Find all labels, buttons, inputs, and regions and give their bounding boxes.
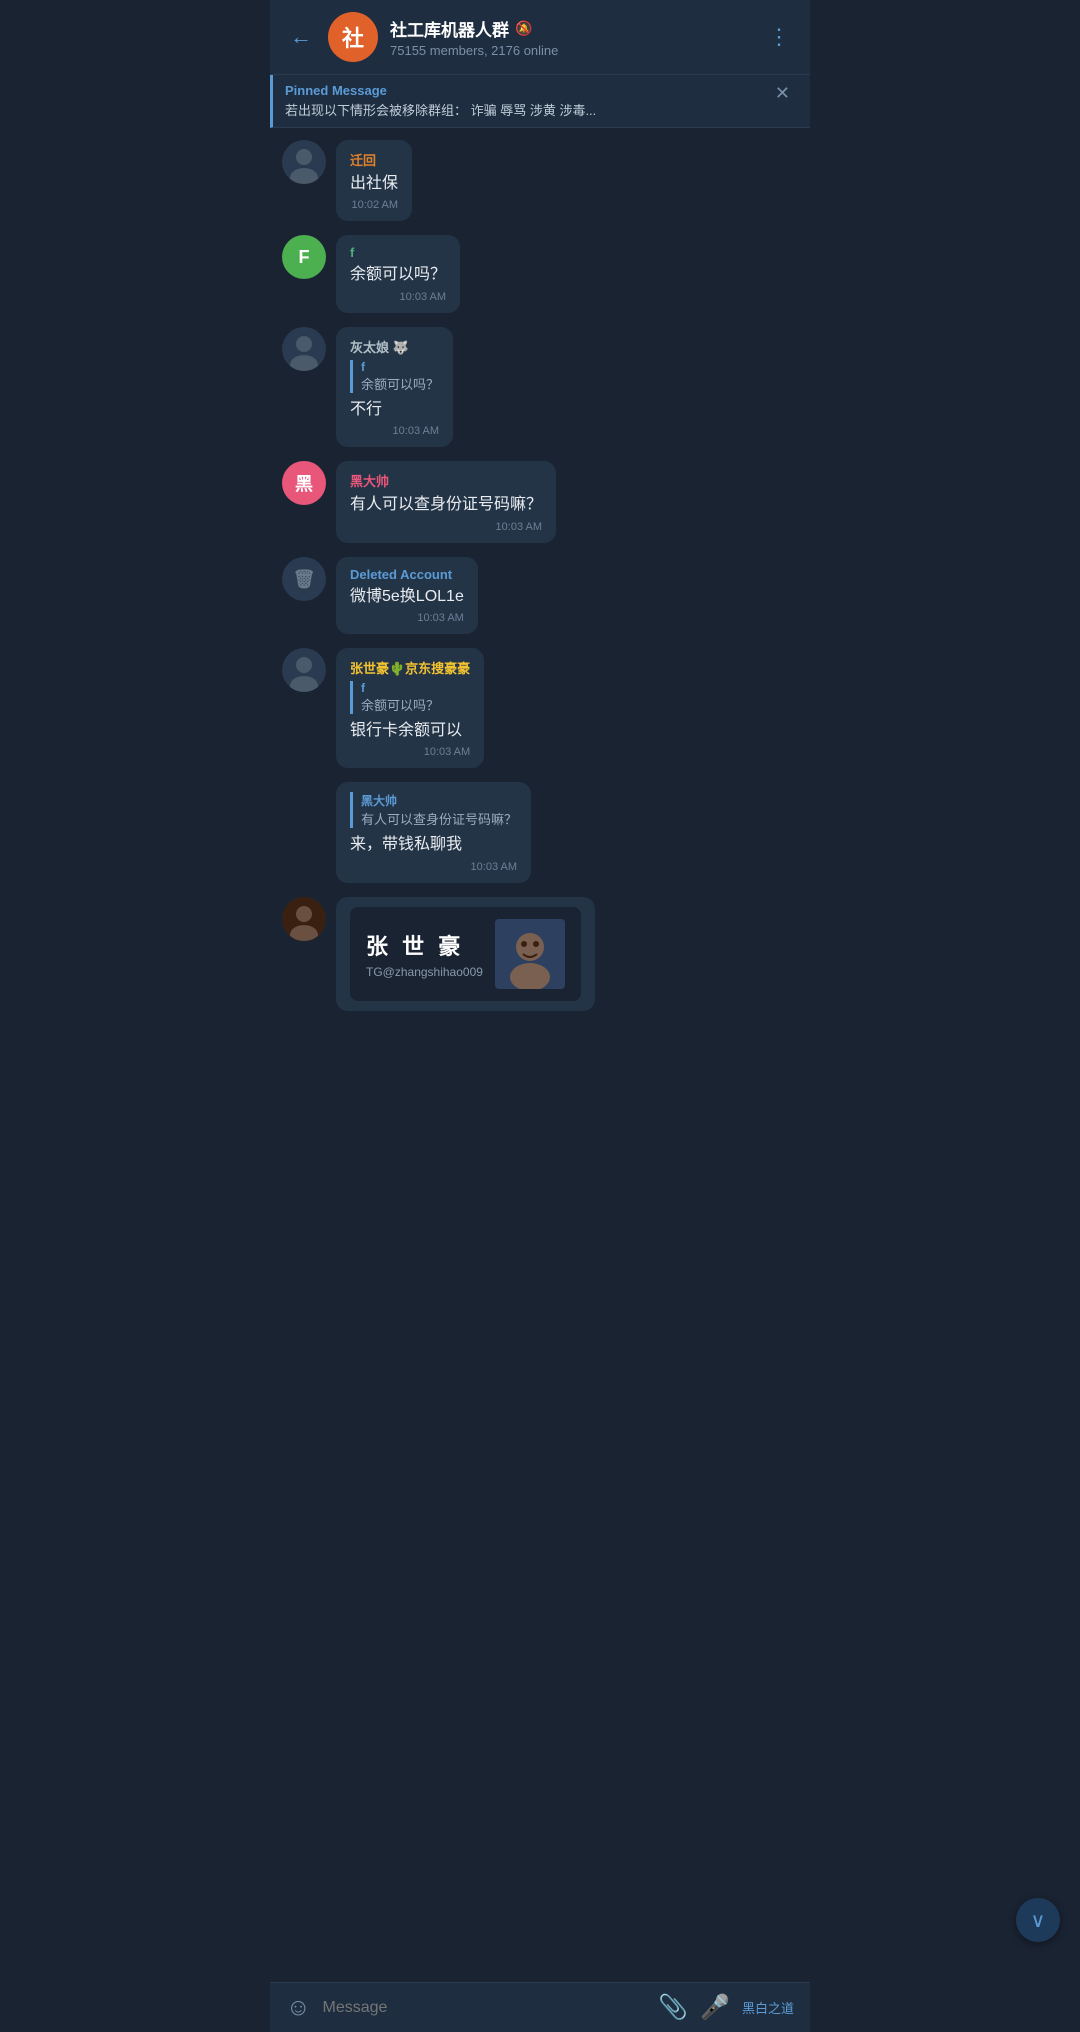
sticker-face-image [495,919,565,989]
message-text: 余额可以吗？ [350,264,446,286]
message-time: 10:03 AM [350,612,464,624]
scroll-to-bottom-button[interactable]: ∨ [1016,1898,1060,1942]
sticker-inner: 张 世 豪 TG@zhangshihao009 [350,907,581,1001]
quote-name: f [361,360,439,374]
avatar [282,140,326,184]
quote-name: f [361,681,470,695]
message-text: 有人可以查身份证号码嘛？ [350,494,542,516]
sender-name: f [350,245,446,260]
quote-block: 黑大帅 有人可以查身份证号码嘛？ [350,792,517,828]
table-row: 黑 黑大帅 有人可以查身份证号码嘛？ 10:03 AM [282,461,798,542]
table-row: 🗑 Deleted Account 微博5e换LOL1e 10:03 AM [282,557,798,634]
message-time: 10:02 AM [350,199,398,211]
sender-name: 迁回 [350,150,398,169]
bottom-input-bar: ☺ 📎 🎤 黑白之道 [270,1982,810,2032]
table-row: 张 世 豪 TG@zhangshihao009 [282,897,798,1011]
pinned-close-button[interactable]: ✕ [771,83,794,104]
message-text: 出社保 [350,173,398,195]
message-bubble: 张世豪🌵京东搜豪豪 f 余额可以吗？ 银行卡余额可以 10:03 AM [336,648,484,768]
pinned-text: 若出现以下情形会被移除群组： 诈骗 辱骂 涉黄 涉毒... [285,100,596,119]
mute-icon: 🔕 [515,20,532,37]
avatar [282,327,326,371]
message-bubble: f 余额可以吗？ 10:03 AM [336,235,460,312]
attach-button[interactable]: 📎 [658,1993,688,2022]
table-row: F f 余额可以吗？ 10:03 AM [282,235,798,312]
quote-name: 黑大帅 [361,792,517,809]
message-time: 10:03 AM [350,425,439,437]
sender-name: Deleted Account [350,567,464,582]
message-time: 10:03 AM [350,861,517,873]
sender-name: 黑大帅 [350,471,542,490]
sticker-sub: TG@zhangshihao009 [366,965,483,979]
avatar [282,897,326,941]
message-text: 不行 [350,399,439,421]
quote-text: 余额可以吗？ [361,374,439,393]
avatar: 黑 [282,461,326,505]
group-title[interactable]: 社工库机器人群 🔕 [390,16,752,41]
sticker-name: 张 世 豪 [366,929,483,961]
chat-header: ← 社 社工库机器人群 🔕 75155 members, 2176 online… [270,0,810,75]
watermark-label: 黑白之道 [742,1998,794,2017]
message-bubble: Deleted Account 微博5e换LOL1e 10:03 AM [336,557,478,634]
sticker-bubble: 张 世 豪 TG@zhangshihao009 [336,897,595,1011]
message-text: 来，带钱私聊我 [350,834,517,856]
avatar [282,648,326,692]
message-input[interactable] [323,1999,647,2017]
sender-name: 张世豪🌵京东搜豪豪 [350,658,470,677]
message-time: 10:03 AM [350,291,446,303]
message-text: 微博5e换LOL1e [350,586,464,608]
svg-text:🗑: 🗑 [293,569,316,589]
message-bubble: 黑大帅 有人可以查身份证号码嘛？ 10:03 AM [336,461,556,542]
avatar: F [282,235,326,279]
group-name: 社工库机器人群 [390,16,509,41]
quote-block: f 余额可以吗？ [350,360,439,393]
quote-block: f 余额可以吗？ [350,681,470,714]
message-bubble: 灰太娘 🐺 f 余额可以吗？ 不行 10:03 AM [336,327,453,447]
quote-text: 余额可以吗？ [361,695,470,714]
sender-name: 灰太娘 🐺 [350,337,439,356]
back-button[interactable]: ← [286,20,316,54]
pinned-content: Pinned Message 若出现以下情形会被移除群组： 诈骗 辱骂 涉黄 涉… [285,83,596,119]
message-bubble: 黑大帅 有人可以查身份证号码嘛？ 来，带钱私聊我 10:03 AM [336,782,531,882]
table-row: 张世豪🌵京东搜豪豪 f 余额可以吗？ 银行卡余额可以 10:03 AM [282,648,798,768]
message-time: 10:03 AM [350,521,542,533]
pinned-message-bar[interactable]: Pinned Message 若出现以下情形会被移除群组： 诈骗 辱骂 涉黄 涉… [270,75,810,128]
header-info: 社工库机器人群 🔕 75155 members, 2176 online [390,16,752,58]
more-options-button[interactable]: ⋮ [764,20,794,54]
quote-text: 有人可以查身份证号码嘛？ [361,809,517,828]
chat-area: 迁回 出社保 10:02 AM F f 余额可以吗？ 10:03 AM 灰太娘 … [270,128,810,1091]
message-text: 银行卡余额可以 [350,720,470,742]
pinned-label: Pinned Message [285,83,596,98]
emoji-button[interactable]: ☺ [286,1994,311,2022]
group-avatar: 社 [328,12,378,62]
table-row: 迁回 出社保 10:02 AM [282,140,798,221]
avatar: 🗑 [282,557,326,601]
mic-button[interactable]: 🎤 [700,1993,730,2022]
member-count: 75155 members, 2176 online [390,43,752,58]
message-bubble: 迁回 出社保 10:02 AM [336,140,412,221]
message-time: 10:03 AM [350,746,470,758]
table-row: 黑大帅 有人可以查身份证号码嘛？ 来，带钱私聊我 10:03 AM [282,782,798,882]
table-row: 灰太娘 🐺 f 余额可以吗？ 不行 10:03 AM [282,327,798,447]
